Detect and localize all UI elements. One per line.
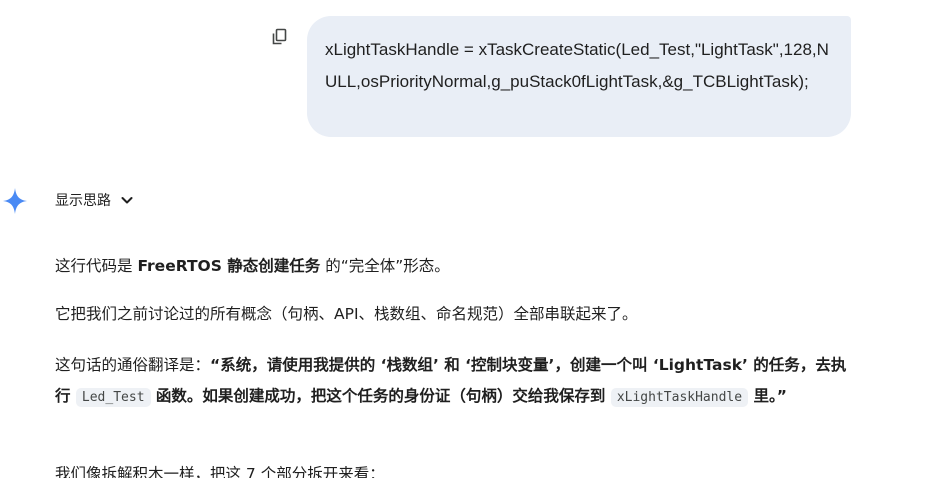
- p1-text-a: 这行代码是: [55, 257, 138, 275]
- inline-code-handle: xLightTaskHandle: [610, 388, 749, 407]
- p1-text-c: 的“完全体”形态。: [320, 257, 450, 275]
- response-paragraph-1: 这行代码是 FreeRTOS 静态创建任务 的“完全体”形态。: [55, 254, 855, 278]
- copy-prompt-button[interactable]: [270, 27, 290, 47]
- p3-bold-c: 函数。如果创建成功，把这个任务的身份证（句柄）交给我保存到: [150, 387, 611, 405]
- p1-bold-phrase: FreeRTOS 静态创建任务: [137, 257, 321, 275]
- p3-bold-d: 里。”: [748, 387, 787, 405]
- user-prompt-bubble: xLightTaskHandle = xTaskCreateStatic(Led…: [307, 16, 851, 137]
- response-paragraph-2: 它把我们之前讨论过的所有概念（句柄、API、栈数组、命名规范）全部串联起来了。: [55, 305, 638, 323]
- response-paragraph-3: 这句话的通俗翻译是：“系统，请使用我提供的 ‘栈数组’ 和 ‘控制块变量’，创建…: [55, 350, 855, 413]
- show-thoughts-label: 显示思路: [55, 193, 111, 209]
- user-prompt-text: xLightTaskHandle = xTaskCreateStatic(Led…: [325, 40, 829, 91]
- copy-icon: [272, 28, 287, 45]
- chat-page: xLightTaskHandle = xTaskCreateStatic(Led…: [0, 0, 926, 478]
- p3-text-a: 这句话的通俗翻译是：: [55, 356, 211, 374]
- inline-code-led-test: Led_Test: [75, 388, 151, 407]
- show-thoughts-toggle[interactable]: 显示思路: [55, 188, 135, 212]
- response-paragraph-4: 我们像拆解积木一样，把这 7 个部分拆开来看：: [55, 465, 385, 478]
- chevron-down-icon: [121, 197, 133, 204]
- gemini-spark-icon: [2, 187, 28, 215]
